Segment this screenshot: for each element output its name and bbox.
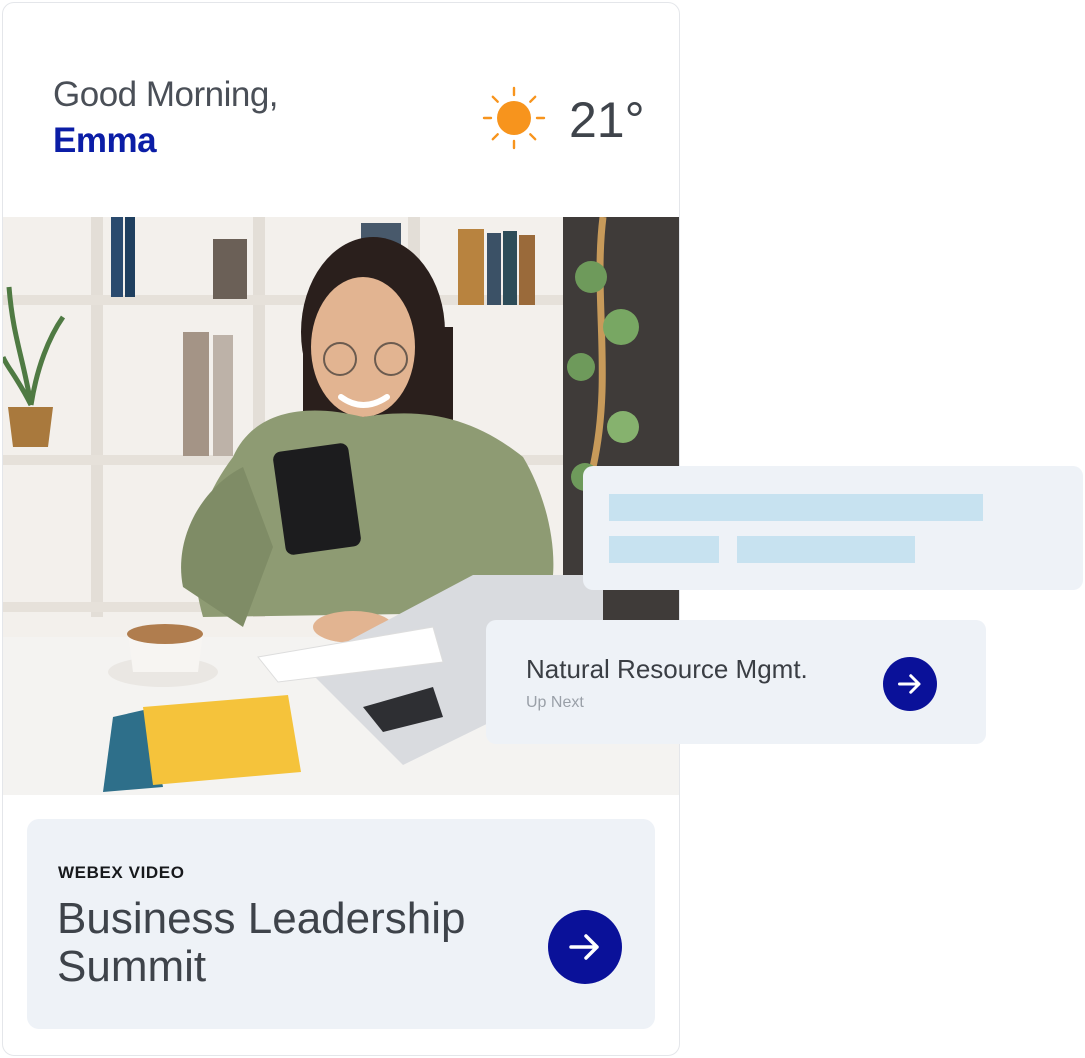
- featured-session-card[interactable]: WEBEX VIDEO Business Leadership Summit: [27, 819, 655, 1029]
- skeleton-bar: [737, 536, 915, 563]
- up-next-card[interactable]: Natural Resource Mgmt. Up Next: [486, 620, 986, 744]
- home-card: Good Morning, Emma 21° WEBEX VIDEO Busin…: [2, 2, 680, 1056]
- arrow-right-icon: [898, 674, 921, 694]
- user-name: Emma: [53, 121, 157, 160]
- join-session-button[interactable]: [548, 910, 622, 984]
- open-up-next-button[interactable]: [883, 657, 937, 711]
- up-next-label: Up Next: [526, 694, 584, 711]
- sun-icon: [482, 86, 546, 150]
- session-title: Business Leadership Summit: [57, 894, 466, 991]
- up-next-title: Natural Resource Mgmt.: [526, 654, 808, 684]
- arrow-right-icon: [569, 934, 599, 960]
- session-category: WEBEX VIDEO: [58, 863, 185, 882]
- greeting-text: Good Morning,: [53, 75, 279, 114]
- skeleton-bar: [609, 536, 719, 563]
- temperature-readout: 21°: [569, 92, 645, 148]
- skeleton-bar: [609, 494, 983, 521]
- loading-placeholder-card: [583, 466, 1083, 590]
